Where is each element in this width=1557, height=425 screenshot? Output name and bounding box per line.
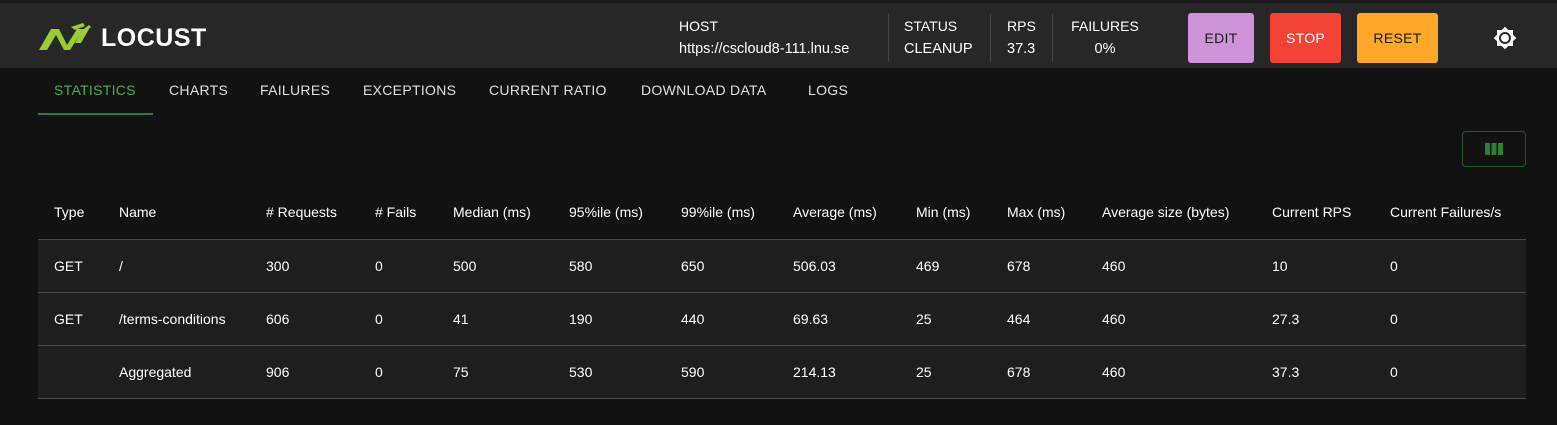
failures-value: 0% [1094,41,1116,57]
cell-median: 500 [453,258,477,274]
cell-average: 506.03 [793,258,836,274]
cell-99ile: 650 [681,258,705,274]
cell-current-failures: 0 [1390,258,1398,274]
failures-label: FAILURES [1071,18,1139,34]
cell-min: 25 [916,364,932,380]
stop-button[interactable]: STOP [1270,13,1341,63]
cell-requests: 606 [266,311,290,327]
cell-type: GET [54,258,83,274]
cell-type: GET [54,311,83,327]
column-header-95ile[interactable]: 95%ile (ms) [569,184,643,239]
column-header-average[interactable]: Average (ms) [793,184,877,239]
table-row: GET / 300 0 500 580 650 506.03 469 678 4… [38,240,1526,293]
rps-label: RPS [1007,18,1036,34]
column-header-avg-size[interactable]: Average size (bytes) [1102,184,1229,239]
app-name: LOCUST [101,23,207,52]
tab-current-ratio[interactable]: CURRENT RATIO [489,68,607,114]
column-header-name[interactable]: Name [119,184,156,239]
brightness-icon [1493,26,1517,50]
cell-fails: 0 [375,311,383,327]
column-header-current-failures[interactable]: Current Failures/s [1390,184,1501,239]
column-header-min[interactable]: Min (ms) [916,184,970,239]
tab-statistics[interactable]: STATISTICS [54,68,136,114]
column-header-99ile[interactable]: 99%ile (ms) [681,184,755,239]
host-stat: HOST https://cscloud8-111.lnu.se [679,16,849,59]
cell-95ile: 530 [569,364,593,380]
host-value: https://cscloud8-111.lnu.se [679,41,850,57]
cell-avg-size: 460 [1102,364,1126,380]
cell-99ile: 440 [681,311,705,327]
cell-median: 75 [453,364,469,380]
edit-button[interactable]: EDIT [1188,13,1254,63]
cell-current-rps: 37.3 [1272,364,1300,380]
cell-current-rps: 10 [1272,258,1288,274]
cell-average: 214.13 [793,364,836,380]
status-value: CLEANUP [904,41,973,57]
cell-current-rps: 27.3 [1272,311,1300,327]
cell-name: Aggregated [119,364,192,380]
tab-exceptions[interactable]: EXCEPTIONS [363,68,456,114]
table-row: GET /terms-conditions 606 0 41 190 440 6… [38,293,1526,346]
active-tab-indicator [38,113,153,115]
table-row-aggregated: Aggregated 906 0 75 530 590 214.13 25 67… [38,346,1526,399]
statistics-table: Type Name # Requests # Fails Median (ms)… [38,184,1526,399]
view-column-icon [1485,143,1503,155]
failures-stat: FAILURES 0% [1069,16,1141,59]
cell-95ile: 190 [569,311,593,327]
cell-name: / [119,258,123,274]
cell-average: 69.63 [793,311,829,327]
tab-logs[interactable]: LOGS [808,68,848,114]
tab-download-data[interactable]: DOWNLOAD DATA [641,68,767,114]
cell-requests: 906 [266,364,290,380]
cell-median: 41 [453,311,469,327]
status-stat: STATUS CLEANUP [904,16,973,59]
reset-button[interactable]: RESET [1357,13,1438,63]
column-header-max[interactable]: Max (ms) [1007,184,1065,239]
column-header-median[interactable]: Median (ms) [453,184,531,239]
grasshopper-logo-icon [39,23,91,50]
tab-charts[interactable]: CHARTS [169,68,228,114]
table-header-row: Type Name # Requests # Fails Median (ms)… [38,184,1526,240]
rps-stat: RPS 37.3 [1007,16,1036,59]
header-divider [990,14,991,62]
header-divider [1052,14,1053,62]
cell-max: 464 [1007,311,1031,327]
column-header-type[interactable]: Type [54,184,84,239]
top-app-bar: LOCUST HOST https://cscloud8-111.lnu.se … [0,0,1557,68]
host-label: HOST [679,18,718,34]
cell-name: /terms-conditions [119,311,226,327]
cell-avg-size: 460 [1102,258,1126,274]
theme-toggle-button[interactable] [1492,25,1518,51]
cell-requests: 300 [266,258,290,274]
header-divider [888,14,889,62]
cell-fails: 0 [375,364,383,380]
cell-min: 25 [916,311,932,327]
column-header-fails[interactable]: # Fails [375,184,416,239]
locust-logo[interactable]: LOCUST [37,23,207,53]
cell-fails: 0 [375,258,383,274]
cell-95ile: 580 [569,258,593,274]
cell-current-failures: 0 [1390,364,1398,380]
cell-current-failures: 0 [1390,311,1398,327]
status-label: STATUS [904,18,958,34]
column-selector-button[interactable] [1462,131,1526,167]
cell-min: 469 [916,258,940,274]
rps-value: 37.3 [1007,41,1036,57]
tab-failures[interactable]: FAILURES [260,68,330,114]
column-header-requests[interactable]: # Requests [266,184,337,239]
column-header-current-rps[interactable]: Current RPS [1272,184,1351,239]
cell-avg-size: 460 [1102,311,1126,327]
cell-max: 678 [1007,258,1031,274]
cell-max: 678 [1007,364,1031,380]
cell-99ile: 590 [681,364,705,380]
